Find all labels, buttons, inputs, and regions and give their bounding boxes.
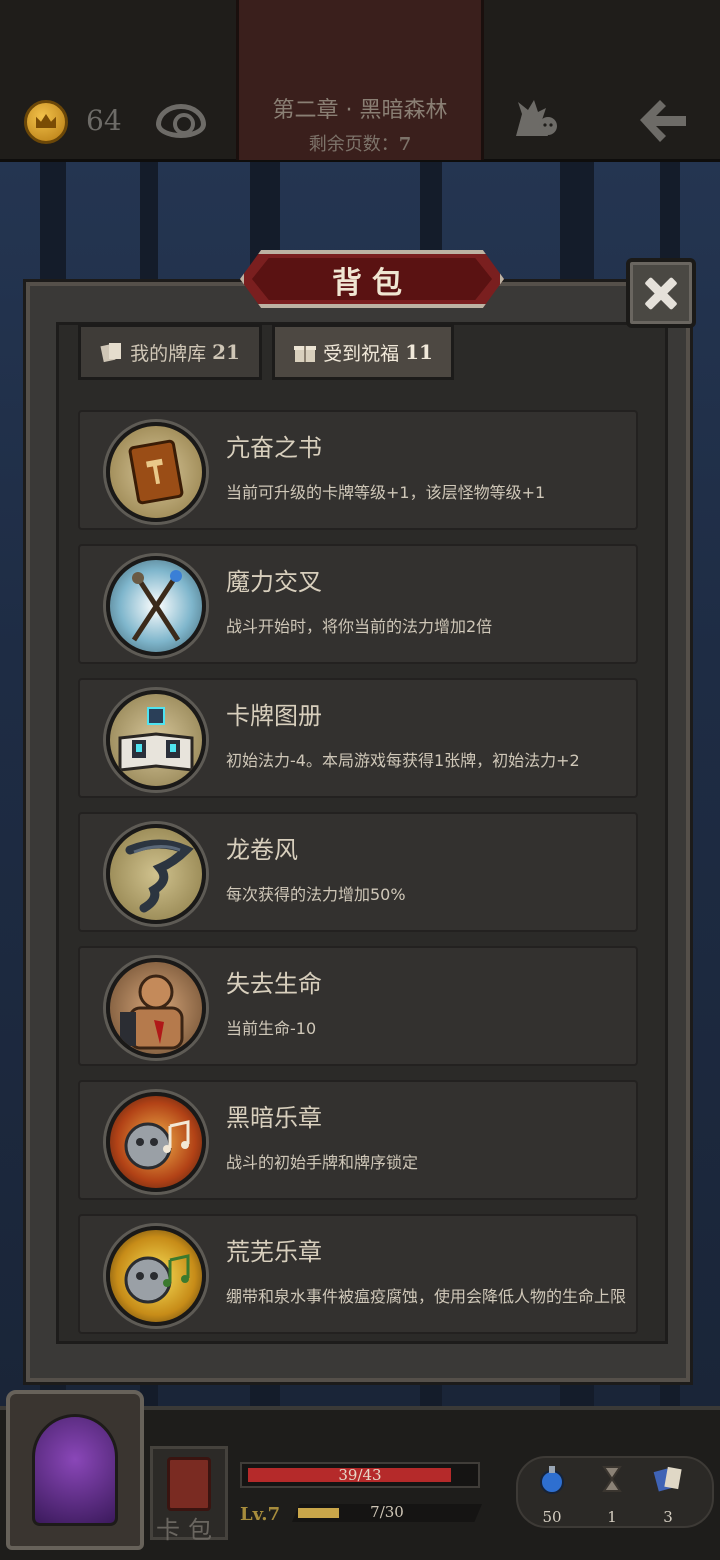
hooded-hero-icon [32, 1414, 118, 1526]
hp-bar: 39/43 [240, 1462, 480, 1488]
panel-title: 背包 [332, 266, 412, 301]
cards-icon [100, 343, 122, 363]
pages-left: 剩余页数：7 [308, 134, 412, 155]
cards-stack-icon [653, 1466, 682, 1492]
top-bar: 64 第二章 · 黑暗森林 剩余页数：7 [0, 0, 720, 162]
monster-icon[interactable] [512, 96, 558, 138]
tab-blessings[interactable]: 受到祝福 11 [272, 324, 454, 380]
back-arrow-icon[interactable] [636, 96, 690, 144]
chapter-title: 第二章 · 黑暗森林 [272, 98, 448, 123]
xp-text: 7/30 [370, 1503, 404, 1521]
list-item[interactable]: 荒芜乐章 绷带和泉水事件被瘟疫腐蚀，使用会降低人物的生命上限 [78, 1214, 638, 1334]
coin-icon [24, 100, 68, 144]
list-item[interactable]: 亢奋之书 当前可升级的卡牌等级+1，该层怪物等级+1 [78, 410, 638, 530]
list-item[interactable]: 卡牌图册 初始法力-4。本局游戏每获得1张牌，初始法力+2 [78, 678, 638, 798]
list-item[interactable]: 魔力交叉 战斗开始时，将你当前的法力增加2倍 [78, 544, 638, 664]
list-item[interactable]: 龙卷风 每次获得的法力增加50% [78, 812, 638, 932]
bleeding-brute-icon [106, 958, 206, 1058]
resource-mana[interactable]: 50 [528, 1460, 576, 1540]
hero-portrait[interactable] [6, 1390, 144, 1550]
gift-icon [294, 346, 317, 362]
mana-potion-icon [540, 1466, 564, 1494]
dark-music-icon [106, 1092, 206, 1192]
spellbook-icon [167, 1457, 211, 1511]
close-button[interactable] [626, 258, 696, 328]
resource-cards[interactable]: 3 [644, 1460, 692, 1540]
hourglass-icon [602, 1466, 622, 1492]
barren-music-icon [106, 1226, 206, 1326]
list-item[interactable]: 失去生命 当前生命-10 [78, 946, 638, 1066]
deck-label: 卡包 [156, 1516, 220, 1544]
tab-my-deck[interactable]: 我的牌库 21 [78, 324, 262, 380]
crossed-staves-icon [106, 556, 206, 656]
coin-count: 64 [86, 104, 122, 137]
list-item[interactable]: 黑暗乐章 战斗的初始手牌和牌序锁定 [78, 1080, 638, 1200]
level-label: Lv.7 [240, 1504, 281, 1525]
tornado-icon [106, 824, 206, 924]
card-album-icon [106, 690, 206, 790]
book-icon [106, 422, 206, 522]
resource-hourglass[interactable]: 1 [588, 1460, 636, 1540]
eye-icon[interactable] [156, 104, 206, 138]
chapter-banner: 第二章 · 黑暗森林 剩余页数：7 [236, 0, 484, 160]
